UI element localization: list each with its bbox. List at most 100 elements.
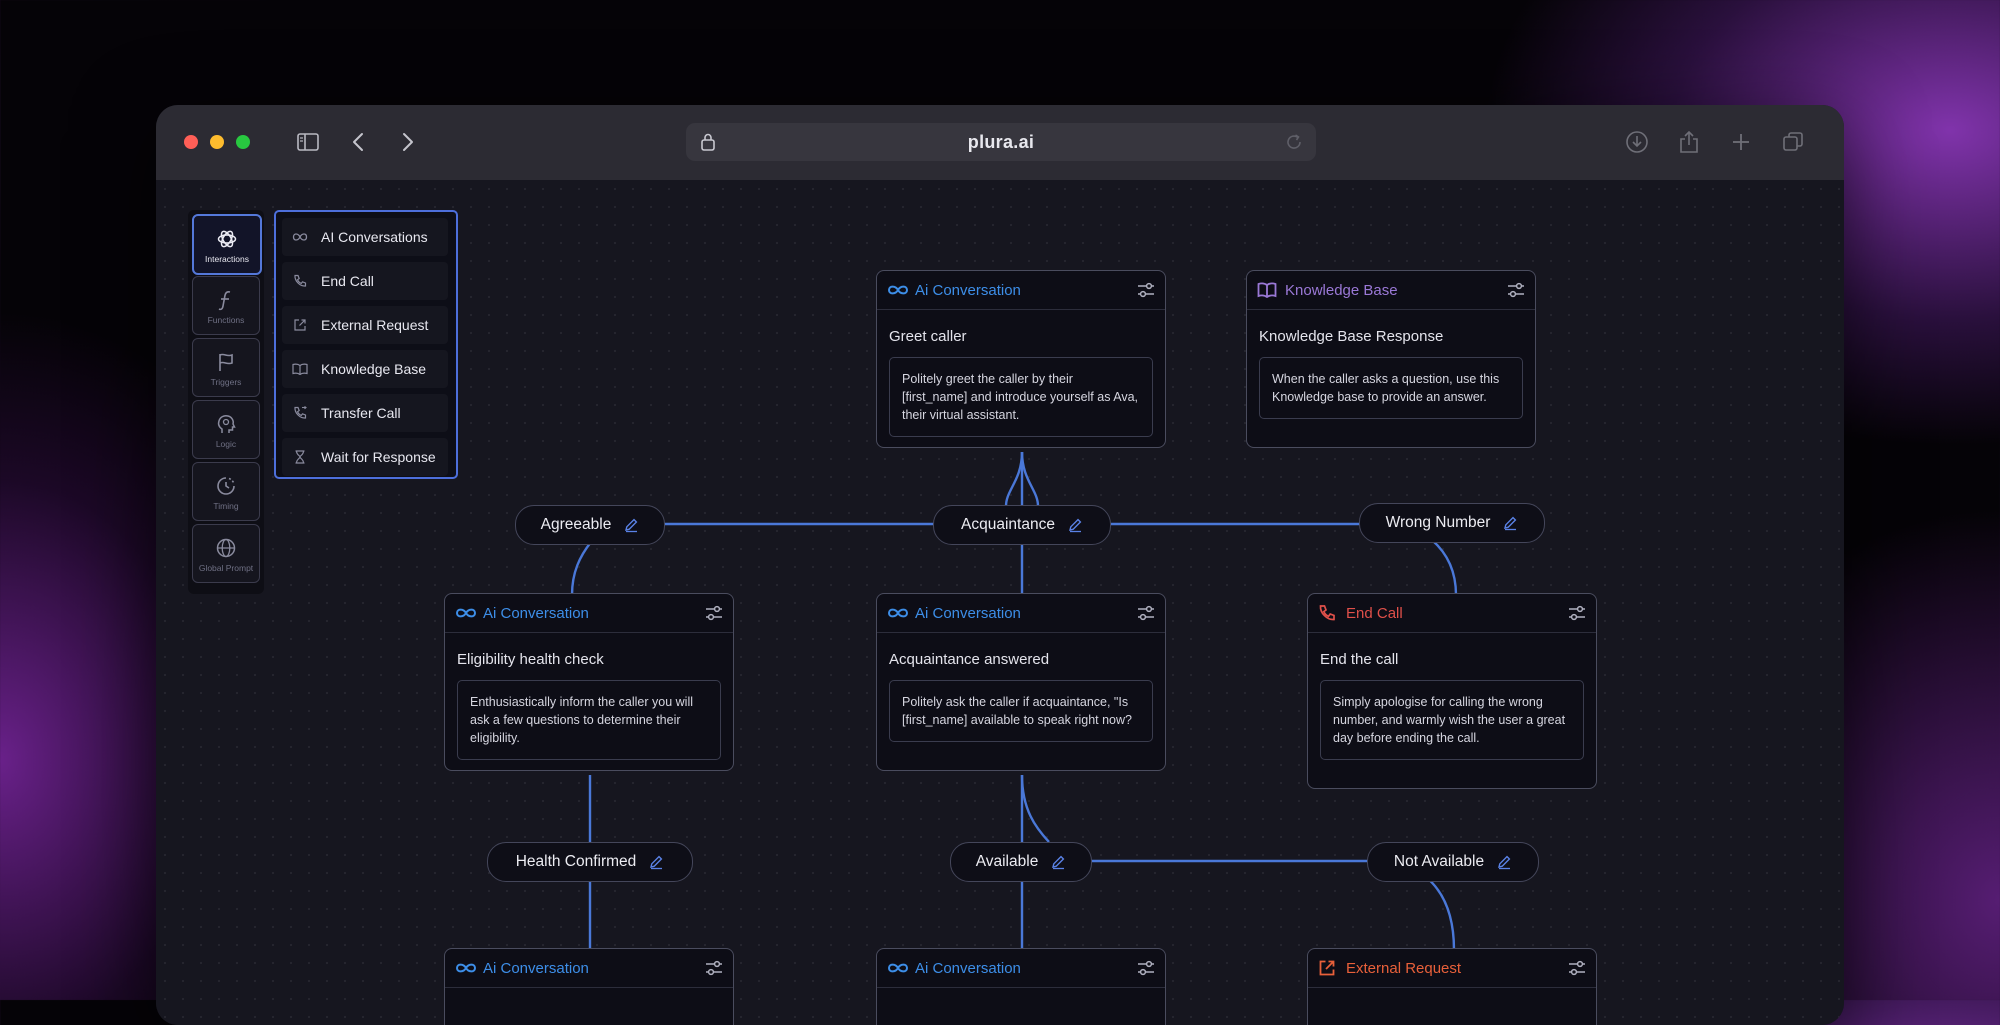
menu-item-label: Wait for Response bbox=[321, 449, 436, 465]
branch-wrong-number[interactable]: Wrong Number bbox=[1359, 503, 1545, 543]
infinity-icon bbox=[290, 232, 310, 242]
infinity-icon bbox=[455, 607, 477, 619]
menu-item-label: AI Conversations bbox=[321, 229, 428, 245]
toolbar-triggers[interactable]: Triggers bbox=[192, 338, 260, 397]
node-greet-caller[interactable]: Ai Conversation Greet caller Politely gr… bbox=[876, 270, 1166, 448]
node-description[interactable]: When the caller asks a question, use thi… bbox=[1259, 357, 1523, 419]
address-bar[interactable]: plura.ai bbox=[686, 123, 1316, 161]
book-icon bbox=[290, 363, 310, 375]
adjustments-icon[interactable] bbox=[1568, 605, 1586, 626]
external-link-icon bbox=[1318, 959, 1340, 977]
menu-item-transfer-call[interactable]: Transfer Call bbox=[282, 394, 448, 432]
pencil-icon[interactable] bbox=[1502, 515, 1518, 531]
branch-health-confirmed[interactable]: Health Confirmed bbox=[487, 842, 693, 882]
clock-icon bbox=[215, 474, 237, 498]
flag-icon bbox=[216, 350, 236, 374]
menu-item-wait-for-response[interactable]: Wait for Response bbox=[282, 438, 448, 476]
menu-item-label: End Call bbox=[321, 273, 374, 289]
node-type-label: Knowledge Base bbox=[1285, 281, 1398, 299]
flow-canvas[interactable]: Interactions Functions Triggers Logic Ti… bbox=[156, 180, 1844, 1025]
node-title: Greet caller bbox=[889, 328, 967, 345]
node-bottom-external-request[interactable]: External Request bbox=[1307, 948, 1597, 1025]
adjustments-icon[interactable] bbox=[1137, 960, 1155, 981]
adjustments-icon[interactable] bbox=[1507, 282, 1525, 303]
share-icon[interactable] bbox=[1674, 127, 1704, 157]
branch-agreeable[interactable]: Agreeable bbox=[515, 505, 665, 545]
node-type-label: Ai Conversation bbox=[915, 604, 1021, 622]
toolbar-label: Timing bbox=[213, 501, 239, 511]
node-bottom-ai-conversation-2[interactable]: Ai Conversation bbox=[876, 948, 1166, 1025]
node-description[interactable]: Simply apologise for calling the wrong n… bbox=[1320, 680, 1584, 760]
phone-icon bbox=[1318, 604, 1340, 622]
node-eligibility-health-check[interactable]: Ai Conversation Eligibility health check… bbox=[444, 593, 734, 771]
toolbar-global-prompt[interactable]: Global Prompt bbox=[192, 524, 260, 583]
external-link-icon bbox=[290, 318, 310, 332]
phone-forward-icon bbox=[290, 406, 310, 420]
toolbar-label: Logic bbox=[215, 439, 237, 449]
hourglass-icon bbox=[290, 450, 310, 464]
node-description[interactable]: Enthusiastically inform the caller you w… bbox=[457, 680, 721, 760]
node-header: Ai Conversation bbox=[445, 949, 733, 988]
node-knowledge-base[interactable]: Knowledge Base Knowledge Base Response W… bbox=[1246, 270, 1536, 448]
toolbar-label: Global Prompt bbox=[198, 563, 254, 573]
phone-icon bbox=[290, 274, 310, 288]
node-title: End the call bbox=[1320, 651, 1399, 668]
adjustments-icon[interactable] bbox=[1137, 605, 1155, 626]
toolbar-functions[interactable]: Functions bbox=[192, 276, 260, 335]
globe-icon bbox=[215, 536, 237, 560]
node-toolbar: Interactions Functions Triggers Logic Ti… bbox=[188, 210, 264, 594]
menu-item-external-request[interactable]: External Request bbox=[282, 306, 448, 344]
node-header: Knowledge Base bbox=[1247, 271, 1535, 310]
close-window-button[interactable] bbox=[184, 135, 198, 149]
pencil-icon[interactable] bbox=[1050, 854, 1066, 870]
node-header: Ai Conversation bbox=[877, 271, 1165, 310]
node-type-label: Ai Conversation bbox=[483, 604, 589, 622]
menu-item-knowledge-base[interactable]: Knowledge Base bbox=[282, 350, 448, 388]
function-icon bbox=[216, 288, 236, 312]
adjustments-icon[interactable] bbox=[705, 960, 723, 981]
minimize-window-button[interactable] bbox=[210, 135, 224, 149]
toolbar-label: Interactions bbox=[205, 254, 249, 264]
node-acquaintance-answered[interactable]: Ai Conversation Acquaintance answered Po… bbox=[876, 593, 1166, 771]
zoom-window-button[interactable] bbox=[236, 135, 250, 149]
node-header: Ai Conversation bbox=[445, 594, 733, 633]
menu-item-end-call[interactable]: End Call bbox=[282, 262, 448, 300]
back-icon[interactable] bbox=[343, 127, 373, 157]
reload-icon[interactable] bbox=[1284, 132, 1304, 157]
browser-window: plura.ai Interactions Functions Triggers… bbox=[156, 105, 1844, 1025]
node-bottom-ai-conversation-1[interactable]: Ai Conversation bbox=[444, 948, 734, 1025]
download-icon[interactable] bbox=[1622, 127, 1652, 157]
adjustments-icon[interactable] bbox=[1137, 282, 1155, 303]
node-header: End Call bbox=[1308, 594, 1596, 633]
menu-item-ai-conversations[interactable]: AI Conversations bbox=[282, 218, 448, 256]
adjustments-icon[interactable] bbox=[705, 605, 723, 626]
node-header: Ai Conversation bbox=[877, 594, 1165, 633]
branch-acquaintance[interactable]: Acquaintance bbox=[933, 505, 1111, 545]
sidebar-toggle-icon[interactable] bbox=[293, 127, 323, 157]
branch-label: Not Available bbox=[1393, 853, 1485, 870]
node-header: External Request bbox=[1308, 949, 1596, 988]
node-description[interactable]: Politely greet the caller by their [firs… bbox=[889, 357, 1153, 437]
branch-label: Health Confirmed bbox=[515, 853, 637, 870]
pencil-icon[interactable] bbox=[648, 854, 664, 870]
edge-wrong-number-down bbox=[1431, 539, 1458, 596]
pencil-icon[interactable] bbox=[1067, 517, 1083, 533]
adjustments-icon[interactable] bbox=[1568, 960, 1586, 981]
branch-label: Acquaintance bbox=[961, 516, 1055, 533]
branch-available[interactable]: Available bbox=[950, 842, 1092, 882]
forward-icon[interactable] bbox=[393, 127, 423, 157]
node-description[interactable]: Politely ask the caller if acquaintance,… bbox=[889, 680, 1153, 742]
node-type-label: Ai Conversation bbox=[483, 959, 589, 977]
toolbar-timing[interactable]: Timing bbox=[192, 462, 260, 521]
new-tab-icon[interactable] bbox=[1726, 127, 1756, 157]
tab-overview-icon[interactable] bbox=[1778, 127, 1808, 157]
pencil-icon[interactable] bbox=[1496, 854, 1512, 870]
menu-item-label: Transfer Call bbox=[321, 405, 401, 421]
branch-not-available[interactable]: Not Available bbox=[1367, 842, 1539, 882]
toolbar-label: Functions bbox=[207, 315, 245, 325]
toolbar-logic[interactable]: Logic bbox=[192, 400, 260, 459]
node-title: Knowledge Base Response bbox=[1259, 328, 1444, 345]
toolbar-interactions[interactable]: Interactions bbox=[192, 214, 262, 275]
pencil-icon[interactable] bbox=[623, 517, 639, 533]
node-end-call[interactable]: End Call End the call Simply apologise f… bbox=[1307, 593, 1597, 789]
